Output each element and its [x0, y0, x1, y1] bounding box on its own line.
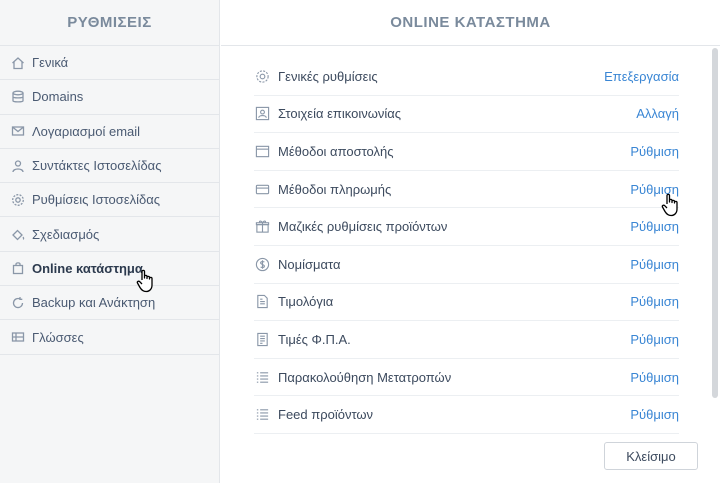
setup-invoices-link[interactable]: Ρύθμιση — [630, 294, 679, 309]
sidebar-item-label: Backup και Ανάκτηση — [32, 295, 156, 311]
setting-label: Μέθοδοι πληρωμής — [278, 181, 392, 197]
setting-row-invoices: Τιμολόγια Ρύθμιση — [254, 284, 679, 322]
page-title: ONLINE ΚΑΤΑΣΤΗΜΑ — [221, 0, 720, 46]
setup-vat-link[interactable]: Ρύθμιση — [630, 332, 679, 347]
list-icon — [254, 369, 270, 385]
setting-row-product-feed: Feed προϊόντων Ρύθμιση — [254, 396, 679, 434]
setting-label: Νομίσματα — [278, 256, 341, 272]
shopping-bag-icon — [11, 261, 25, 275]
setting-label: Γενικές ρυθμίσεις — [278, 68, 378, 84]
hand-cursor-icon — [661, 193, 678, 217]
list-icon — [254, 407, 270, 423]
credit-card-icon — [254, 181, 270, 197]
sidebar-item-design[interactable]: Σχεδιασμός — [0, 217, 219, 252]
sidebar-nav: Γενικά Domains Λογαριασμοί email Συντάκτ… — [0, 46, 219, 355]
invoice-icon — [254, 294, 270, 310]
database-icon — [11, 90, 25, 104]
settings-sidebar: ΡΥΘΜΙΣΕΙΣ Γενικά Domains Λογαριασμοί ema… — [0, 0, 220, 483]
edit-general-link[interactable]: Επεξεργασία — [604, 69, 679, 84]
sidebar-item-languages[interactable]: Γλώσσες — [0, 320, 219, 355]
setting-row-conversion-tracking: Παρακολούθηση Μετατροπών Ρύθμιση — [254, 359, 679, 397]
setting-label: Παρακολούθηση Μετατροπών — [278, 369, 452, 385]
gear-icon — [254, 68, 270, 84]
setting-row-general: Γενικές ρυθμίσεις Επεξεργασία — [254, 58, 679, 96]
scrollbar[interactable] — [712, 48, 718, 398]
setting-label: Τιμές Φ.Π.Α. — [278, 331, 351, 347]
setup-product-feed-link[interactable]: Ρύθμιση — [630, 407, 679, 422]
setup-currencies-link[interactable]: Ρύθμιση — [630, 257, 679, 272]
sidebar-item-site-editors[interactable]: Συντάκτες Ιστοσελίδας — [0, 149, 219, 184]
sidebar-item-label: Γλώσσες — [32, 329, 84, 345]
setting-row-bulk-products: Μαζικές ρυθμίσεις προϊόντων Ρύθμιση — [254, 208, 679, 246]
setting-label: Στοιχεία επικοινωνίας — [278, 106, 402, 122]
setting-row-vat: Τιμές Φ.Π.Α. Ρύθμιση — [254, 321, 679, 359]
store-settings-list: Γενικές ρυθμίσεις Επεξεργασία Στοιχεία ε… — [254, 58, 679, 434]
setting-label: Μαζικές ρυθμίσεις προϊόντων — [278, 219, 448, 235]
change-contact-link[interactable]: Αλλαγή — [636, 106, 679, 121]
setting-row-shipping: Μέθοδοι αποστολής Ρύθμιση — [254, 133, 679, 171]
gear-icon — [11, 193, 25, 207]
user-icon — [11, 159, 25, 173]
sidebar-item-label: Γενικά — [32, 55, 69, 71]
envelope-icon — [11, 124, 25, 138]
sidebar-item-online-store[interactable]: Online κατάστημα — [0, 252, 219, 287]
receipt-icon — [254, 331, 270, 347]
setting-row-payment: Μέθοδοι πληρωμής Ρύθμιση — [254, 171, 679, 209]
sidebar-item-general[interactable]: Γενικά — [0, 46, 219, 81]
sidebar-item-label: Domains — [32, 89, 84, 105]
setting-row-currencies: Νομίσματα Ρύθμιση — [254, 246, 679, 284]
setting-label: Feed προϊόντων — [278, 407, 374, 423]
sidebar-item-label: Online κατάστημα — [32, 260, 143, 276]
paint-bucket-icon — [11, 227, 25, 241]
gift-icon — [254, 219, 270, 235]
setting-label: Μέθοδοι αποστολής — [278, 143, 394, 159]
sidebar-item-label: Λογαριασμοί email — [32, 123, 141, 139]
box-icon — [254, 143, 270, 159]
online-store-panel: ONLINE ΚΑΤΑΣΤΗΜΑ Γενικές ρυθμίσεις Επεξε… — [221, 0, 720, 483]
sidebar-item-label: Συντάκτες Ιστοσελίδας — [32, 158, 162, 174]
hand-cursor-icon — [136, 269, 153, 293]
setup-conversion-tracking-link[interactable]: Ρύθμιση — [630, 370, 679, 385]
home-icon — [11, 56, 25, 70]
setting-row-contact: Στοιχεία επικοινωνίας Αλλαγή — [254, 96, 679, 134]
contact-card-icon — [254, 106, 270, 122]
dollar-coin-icon — [254, 256, 270, 272]
setup-bulk-products-link[interactable]: Ρύθμιση — [630, 219, 679, 234]
sidebar-item-backup-restore[interactable]: Backup και Ανάκτηση — [0, 286, 219, 321]
sidebar-item-email-accounts[interactable]: Λογαριασμοί email — [0, 115, 219, 149]
refresh-icon — [11, 296, 25, 310]
sidebar-item-label: Σχεδιασμός — [32, 226, 100, 242]
languages-icon — [11, 330, 25, 344]
sidebar-title: ΡΥΘΜΙΣΕΙΣ — [0, 0, 219, 46]
sidebar-item-domains[interactable]: Domains — [0, 80, 219, 115]
sidebar-item-site-settings[interactable]: Ρυθμίσεις Ιστοσελίδας — [0, 183, 219, 218]
close-button[interactable]: Κλείσιμο — [604, 442, 698, 470]
sidebar-item-label: Ρυθμίσεις Ιστοσελίδας — [32, 192, 161, 208]
setup-shipping-link[interactable]: Ρύθμιση — [630, 144, 679, 159]
setting-label: Τιμολόγια — [278, 294, 334, 310]
